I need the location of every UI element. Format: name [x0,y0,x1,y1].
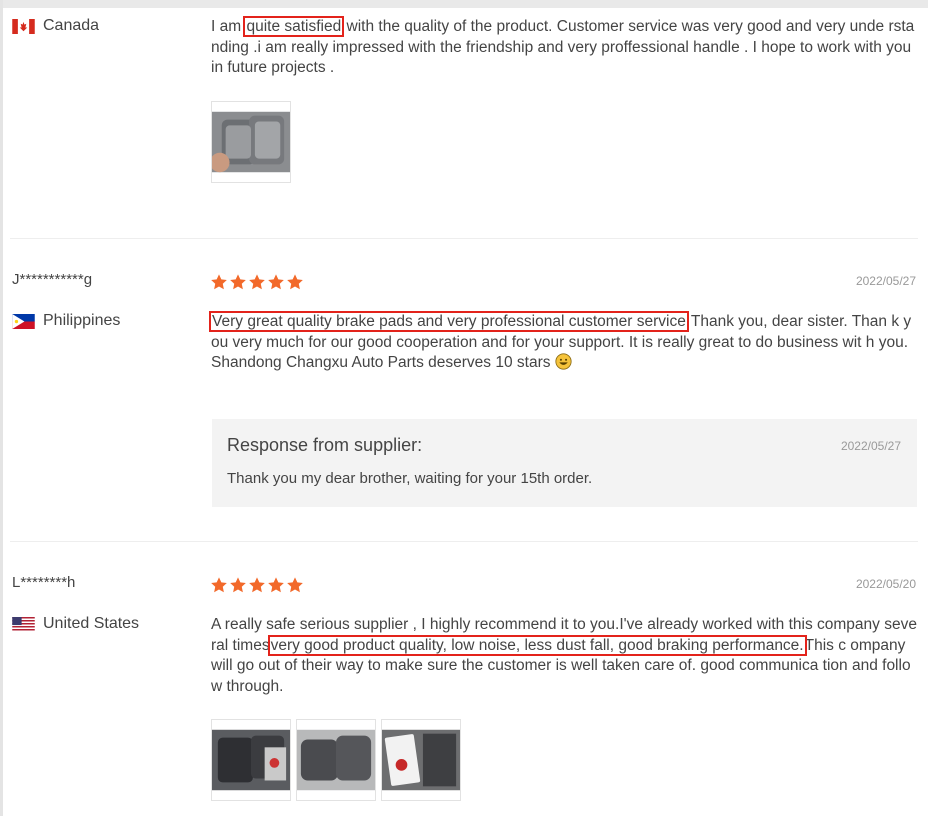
brake-pads-photo [212,111,290,173]
highlighted-phrase: quite satisfied [243,16,345,37]
review-image-thumbnail[interactable] [381,719,461,801]
review-text-start: I am [211,18,246,35]
brake-pad-box-photo [382,729,460,791]
usa-flag-icon [12,616,35,632]
page-top-edge [0,0,928,8]
review-image-thumbnail[interactable] [211,101,291,183]
supplier-response: Response from supplier: 2022/05/27 Thank… [212,419,917,507]
brake-pads-photo [297,729,375,791]
highlighted-phrase: Very great quality brake pads and very p… [209,311,689,332]
star-icon [249,577,265,593]
country-name: Philippines [43,312,121,329]
review-text: A really safe serious supplier , I highl… [211,615,917,697]
highlighted-phrase: very good product quality, low noise, le… [267,634,807,656]
review-images [211,719,461,801]
star-icon [230,577,246,593]
country-name: United States [43,615,140,632]
reviewer-country: Canada [12,17,99,35]
star-icon [211,577,227,593]
star-icon [211,274,227,290]
star-rating [210,273,304,291]
star-icon [249,274,265,290]
response-title: Response from supplier: [227,435,423,455]
reviewer-name: L********h [12,574,76,591]
star-icon [268,274,284,290]
review-image-thumbnail[interactable] [296,719,376,801]
canada-flag-icon [12,18,35,34]
brake-pads-photo [212,729,290,791]
star-rating [210,576,304,594]
review-date: 2022/05/27 [855,274,916,288]
star-icon [230,274,246,290]
review-text: Very great quality brake pads and very p… [209,311,917,374]
review-date: 2022/05/20 [855,577,916,591]
response-date: 2022/05/27 [840,439,901,453]
reviewer-name: J***********g [12,271,93,288]
star-icon [287,577,303,593]
review-images [211,101,291,183]
review-divider [10,238,918,239]
country-name: Canada [43,17,100,34]
reviewer-country: United States [12,615,139,633]
philippines-flag-icon [12,313,35,329]
page-left-edge [0,0,3,816]
star-icon [268,577,284,593]
review-divider [10,541,918,542]
star-icon [287,274,303,290]
review-image-thumbnail[interactable] [211,719,291,801]
grinning-face-emoji-icon [555,353,572,370]
reviewer-country: Philippines [12,312,120,330]
review-text: I am quite satisfied with the quality of… [211,16,917,79]
response-text: Thank you my dear brother, waiting for y… [227,470,593,487]
